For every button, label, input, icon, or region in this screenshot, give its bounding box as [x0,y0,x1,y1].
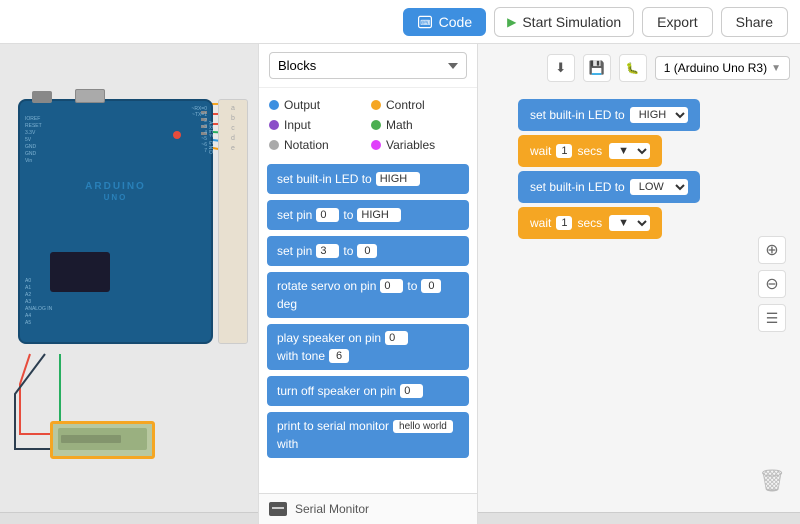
block-off-speaker-dropdown[interactable]: 0 [400,384,423,398]
download-icon[interactable]: ⬇ [547,54,575,82]
code-icon: ⌨ [417,14,433,30]
block-pin0-dropdown[interactable]: 012 [316,208,339,222]
blocks-panel: Blocks Output Control Input Math [258,44,478,524]
arduino-board-body: ARDUINOUNO AREF GND IOREFRESET3.3V5VGNDG… [18,99,213,344]
canvas-toolbar: ⬇ 💾 🐛 1 (Arduino Uno R3) ▼ [547,54,790,82]
input-dot [269,120,279,130]
canvas-secs1-dropdown[interactable]: ▼ [609,143,650,159]
blocks-dropdown[interactable]: Blocks [269,52,467,79]
zoom-in-button[interactable]: ⊕ [758,236,786,264]
block-pin3-dropdown[interactable]: 345 [316,244,339,258]
category-grid: Output Control Input Math Notation Varia… [259,88,477,158]
notation-dot [269,140,279,150]
left-panel-scrollbar[interactable] [0,512,258,524]
zoom-out-button[interactable]: ⊖ [758,270,786,298]
math-label: Math [386,118,413,132]
save-icon[interactable]: 💾 [583,54,611,82]
block-high-dropdown[interactable]: HIGHLOW [357,208,401,222]
canvas-block-set-led-low[interactable]: set built-in LED to LOWHIGH [518,171,700,203]
code-button[interactable]: ⌨ Code [403,8,486,36]
canvas-block-set-led-high[interactable]: set built-in LED to HIGHLOW [518,99,700,131]
simulate-button[interactable]: ▶ Start Simulation [494,7,634,37]
output-label: Output [284,98,320,112]
output-dot [269,100,279,110]
code-label: Code [439,14,472,30]
block-set-led[interactable]: set built-in LED to HIGHLOW [267,164,469,194]
block-speaker-pin-dropdown[interactable]: 0 [385,331,408,345]
canvas-block-wait1[interactable]: wait 1 secs ▼ [518,135,662,167]
block-set-pin-val[interactable]: set pin 345 to 0 [267,236,469,266]
blocks-header: Blocks [259,44,477,88]
category-control[interactable]: Control [371,98,467,112]
serial-monitor-label: Serial Monitor [295,502,369,516]
export-label: Export [657,14,697,30]
block-print-serial[interactable]: print to serial monitor hello world with [267,412,469,458]
input-label: Input [284,118,311,132]
variables-label: Variables [386,138,435,152]
simulate-label: Start Simulation [522,14,621,30]
canvas-wait1-val[interactable]: 1 [556,144,572,158]
block-turn-off-speaker[interactable]: turn off speaker on pin 0 [267,376,469,406]
usb-connector [75,89,105,103]
arduino-logo: ARDUINOUNO [85,181,146,203]
lcd-display [50,421,155,459]
breadboard: a b c d e [218,99,248,344]
serial-monitor-bar[interactable]: Serial Monitor [259,493,477,524]
block-serial-val[interactable]: hello world [393,420,453,433]
digital-labels: ~RX=0~TX=12~34~5~67 [191,106,207,154]
category-variables[interactable]: Variables [371,138,467,152]
device-label: 1 (Arduino Uno R3) [664,61,767,75]
device-selector[interactable]: 1 (Arduino Uno R3) ▼ [655,56,790,80]
play-icon: ▶ [507,15,516,29]
block-set-led-dropdown[interactable]: HIGHLOW [376,172,420,186]
serial-monitor-icon [269,502,287,516]
category-notation[interactable]: Notation [269,138,365,152]
share-button[interactable]: Share [721,7,788,37]
block-rotate-servo[interactable]: rotate servo on pin 0 to 0 deg [267,272,469,318]
category-math[interactable]: Math [371,118,467,132]
math-dot [371,120,381,130]
svg-text:⌨: ⌨ [420,18,430,27]
main-layout: ARDUINOUNO AREF GND IOREFRESET3.3V5VGNDG… [0,44,800,524]
category-input[interactable]: Input [269,118,365,132]
block-tone-val[interactable]: 6 [329,349,349,363]
canvas-blocks: set built-in LED to HIGHLOW wait 1 secs … [518,99,700,239]
fit-button[interactable]: ☰ [758,304,786,332]
category-output[interactable]: Output [269,98,365,112]
block-servo-val[interactable]: 0 [421,279,441,293]
canvas-panel: ⬇ 💾 🐛 1 (Arduino Uno R3) ▼ set built-in … [478,44,800,524]
board-labels: IOREFRESET3.3V5VGNDGNDVin [25,116,42,165]
block-set-pin-high[interactable]: set pin 012 to HIGHLOW [267,200,469,230]
ic-chip [50,252,110,292]
canvas-led-low-dropdown[interactable]: LOWHIGH [630,179,688,195]
block-servo-pin-dropdown[interactable]: 0 [380,279,403,293]
export-button[interactable]: Export [642,7,712,37]
block-set-led-text: set built-in LED to [277,172,372,186]
canvas-secs2-dropdown[interactable]: ▼ [609,215,650,231]
lcd-screen [58,428,147,450]
led-indicator [173,131,181,139]
variables-dot [371,140,381,150]
trash-button[interactable]: 🗑 [758,468,786,494]
control-dot [371,100,381,110]
blocks-list: set built-in LED to HIGHLOW set pin 012 … [259,158,477,493]
bug-icon[interactable]: 🐛 [619,54,647,82]
block-pin-val[interactable]: 0 [357,244,377,258]
simulator-panel: ARDUINOUNO AREF GND IOREFRESET3.3V5VGNDG… [0,44,258,524]
canvas-scrollbar[interactable] [478,512,800,524]
control-label: Control [386,98,425,112]
canvas-wait2-val[interactable]: 1 [556,216,572,230]
device-arrow-icon: ▼ [771,63,781,74]
power-jack [32,91,52,103]
block-play-speaker[interactable]: play speaker on pin 0 with tone 6 [267,324,469,370]
canvas-led-high-dropdown[interactable]: HIGHLOW [630,107,688,123]
analog-labels: A0A1A2A3ANALOG INA4A5 [25,278,52,327]
share-label: Share [736,14,773,30]
notation-label: Notation [284,138,329,152]
canvas-block-wait2[interactable]: wait 1 secs ▼ [518,207,662,239]
zoom-controls: ⊕ ⊖ ☰ [758,236,786,332]
top-bar: ⌨ Code ▶ Start Simulation Export Share [0,0,800,44]
pin-labels: AREF GND [207,121,213,155]
